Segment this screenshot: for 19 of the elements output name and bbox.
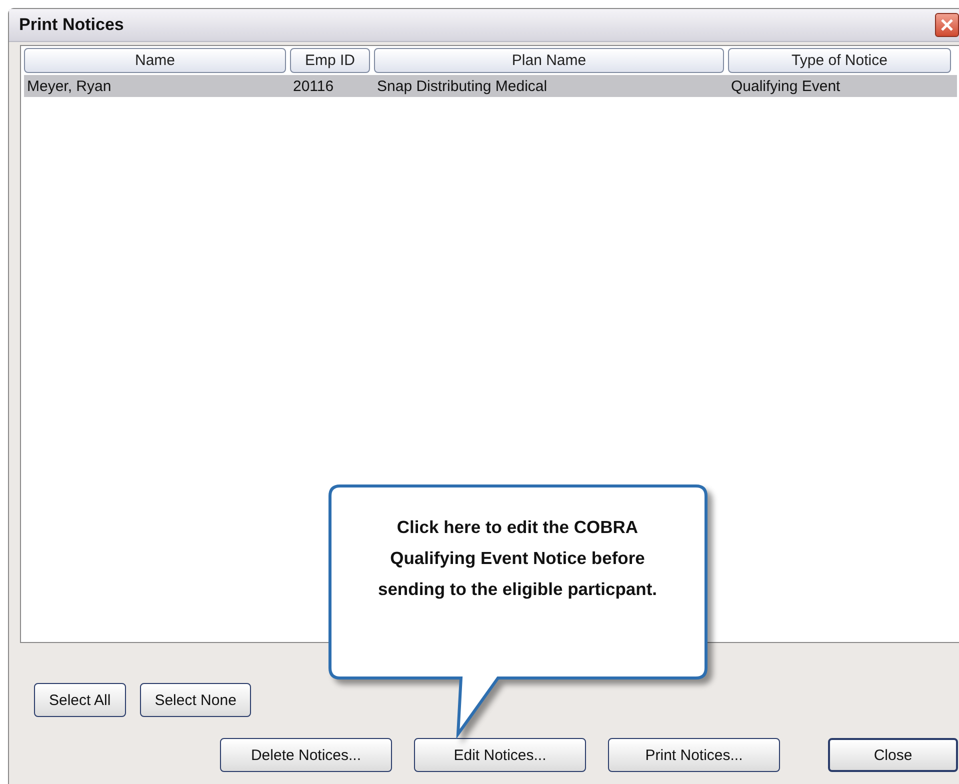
action-button[interactable]: Edit Notices...	[414, 738, 586, 772]
column-header[interactable]: Plan Name	[374, 48, 724, 73]
table-cell-text: Meyer, Ryan	[26, 78, 112, 94]
close-icon	[939, 17, 955, 33]
table-row[interactable]: Meyer, Ryan 20116 Snap Distributing Medical Qualifying Event	[24, 75, 957, 97]
callout-text: Click here to edit the COBRA Qualifying Event Notice before sending to the eligible particpant.	[376, 516, 658, 601]
column-header[interactable]: Type of Notice	[728, 48, 951, 73]
action-button[interactable]: Print Notices...	[608, 738, 780, 772]
select-button[interactable]: Select All	[34, 683, 126, 717]
select-button[interactable]: Select None	[140, 683, 252, 717]
action-button[interactable]: Delete Notices...	[220, 738, 392, 772]
column-header[interactable]: Name	[24, 48, 286, 73]
close-button[interactable]	[935, 13, 959, 37]
column-header[interactable]: Emp ID	[290, 48, 370, 73]
table-cell-text: Snap Distributing Medical	[376, 78, 548, 94]
window-title: Print Notices	[19, 15, 124, 35]
table-cell-text: 20116	[292, 78, 335, 94]
action-button[interactable]: Close	[828, 738, 958, 772]
table-cell-text: Qualifying Event	[730, 78, 842, 94]
